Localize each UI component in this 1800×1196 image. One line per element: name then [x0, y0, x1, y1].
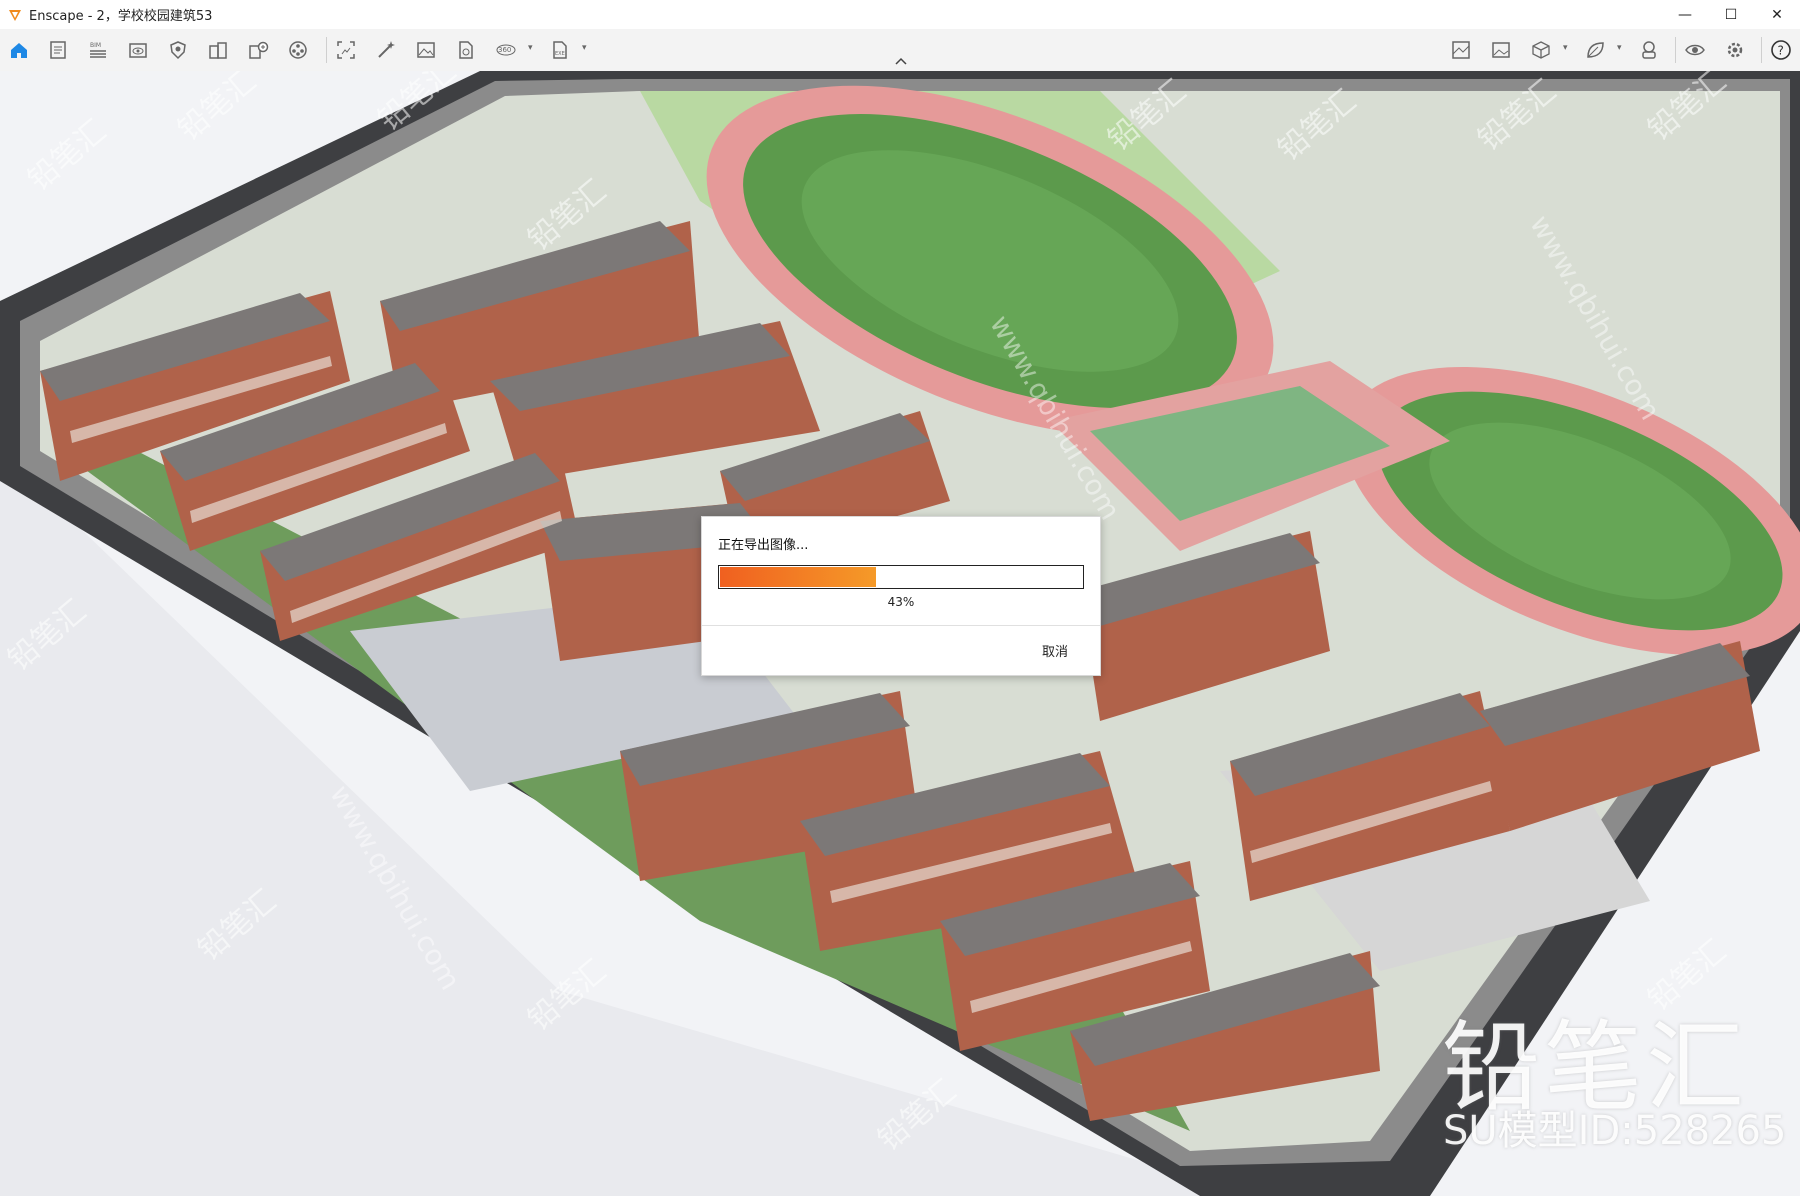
image-icon[interactable]: [414, 38, 438, 62]
dialog-divider: [702, 625, 1100, 626]
export-progress-dialog: 正在导出图像... 43% 取消: [701, 516, 1101, 676]
title-bar: Enscape - 2，学校校园建筑53 — ☐ ✕: [0, 0, 1800, 29]
vr-headset-icon[interactable]: [1637, 38, 1661, 62]
home-icon[interactable]: [7, 38, 31, 62]
toolbar-separator: [1675, 37, 1676, 63]
progress-bar: [718, 565, 1084, 589]
svg-text:EXE: EXE: [555, 51, 565, 57]
building-icon[interactable]: [206, 38, 230, 62]
model-id-watermark: SU模型ID:528265: [1443, 1108, 1787, 1154]
svg-text:?: ?: [1778, 44, 1784, 58]
collapse-toolbar-chevron-icon[interactable]: [893, 56, 909, 66]
cube-dropdown-caret[interactable]: ▾: [1563, 43, 1568, 53]
exe-export-icon[interactable]: EXE: [548, 38, 572, 62]
cancel-button[interactable]: 取消: [1042, 641, 1068, 660]
leaf-dropdown-caret[interactable]: ▾: [1617, 43, 1622, 53]
view-eye-icon[interactable]: [126, 38, 150, 62]
panorama-360-icon[interactable]: 360: [494, 38, 518, 62]
asset-library-icon[interactable]: [286, 38, 310, 62]
leaf-icon[interactable]: [1583, 38, 1607, 62]
maximize-button[interactable]: ☐: [1708, 0, 1754, 29]
screenshot-icon[interactable]: [334, 38, 358, 62]
window-title: Enscape - 2，学校校园建筑53: [29, 9, 213, 24]
landscape-icon[interactable]: [1489, 38, 1513, 62]
minimize-button[interactable]: —: [1662, 0, 1708, 29]
shield-icon[interactable]: [166, 38, 190, 62]
progress-bar-fill: [720, 567, 876, 587]
toolbar-separator: [326, 37, 327, 63]
exe-dropdown-caret[interactable]: ▾: [582, 43, 587, 53]
svg-text:360: 360: [498, 46, 511, 54]
bim-icon[interactable]: BIM: [86, 38, 110, 62]
add-building-icon[interactable]: [246, 38, 270, 62]
visibility-icon[interactable]: [1683, 38, 1707, 62]
enscape-logo-icon: [9, 9, 21, 21]
document-icon[interactable]: [46, 38, 70, 62]
settings-icon[interactable]: [1723, 38, 1747, 62]
svg-text:BIM: BIM: [90, 42, 101, 49]
cube-icon[interactable]: [1529, 38, 1553, 62]
dialog-title: 正在导出图像...: [718, 538, 809, 553]
help-icon[interactable]: ?: [1769, 38, 1793, 62]
toolbar-separator: [1761, 37, 1762, 63]
magic-wand-icon[interactable]: [374, 38, 398, 62]
panorama-dropdown-caret[interactable]: ▾: [528, 43, 533, 53]
export-file-icon[interactable]: [454, 38, 478, 62]
close-button[interactable]: ✕: [1754, 0, 1800, 29]
map-icon[interactable]: [1449, 38, 1473, 62]
progress-percent: 43%: [887, 595, 915, 609]
